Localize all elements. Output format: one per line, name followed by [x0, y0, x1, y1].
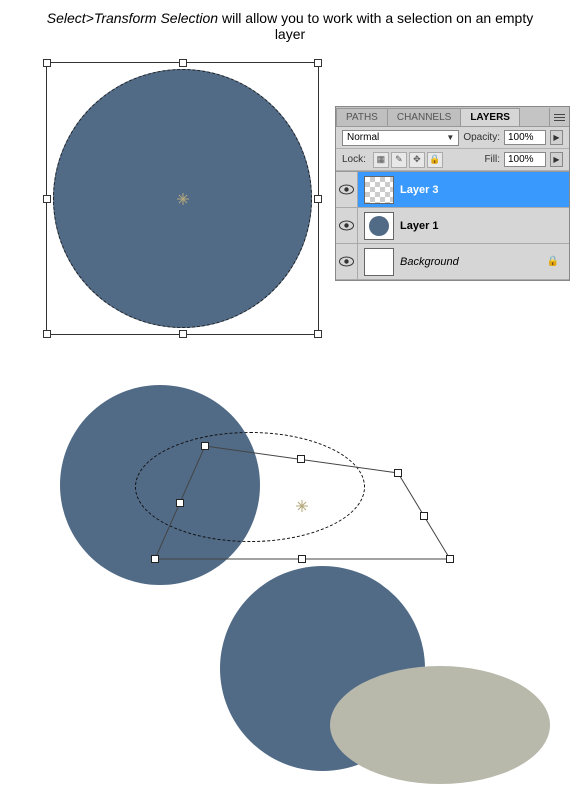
- layer-name[interactable]: Layer 1: [400, 220, 439, 232]
- panel-tabs: PATHS CHANNELS LAYERS: [336, 107, 569, 127]
- layer-row[interactable]: Layer 3: [336, 172, 569, 208]
- blend-row: Normal ▼ Opacity: 100% ▶: [336, 127, 569, 149]
- caption-text: Select>Transform Selection will allow yo…: [0, 0, 580, 48]
- lock-pixels-icon[interactable]: ✎: [391, 152, 407, 168]
- fill-input[interactable]: 100%: [504, 152, 546, 167]
- transform-handle[interactable]: [43, 59, 51, 67]
- visibility-toggle-icon[interactable]: [336, 244, 358, 279]
- transform-handle[interactable]: [43, 330, 51, 338]
- transform-handle[interactable]: [314, 195, 322, 203]
- transform-handle[interactable]: [298, 555, 306, 563]
- fill-slider-icon[interactable]: ▶: [550, 152, 563, 167]
- opacity-input[interactable]: 100%: [504, 130, 546, 145]
- layer-thumbnail[interactable]: [364, 212, 394, 240]
- lock-icons-group: ▦ ✎ ✥ 🔒: [373, 152, 443, 168]
- transform-handle[interactable]: [314, 330, 322, 338]
- lock-all-icon[interactable]: 🔒: [427, 152, 443, 168]
- canvas-upper: [40, 56, 325, 341]
- layer-thumbnail[interactable]: [364, 176, 394, 204]
- visibility-toggle-icon[interactable]: [336, 208, 358, 243]
- lock-label: Lock:: [342, 154, 366, 165]
- transform-handle[interactable]: [297, 455, 305, 463]
- blend-mode-select[interactable]: Normal ▼: [342, 130, 459, 146]
- figure-perspective-transform: [60, 380, 490, 580]
- blend-mode-value: Normal: [347, 132, 379, 143]
- transform-handle[interactable]: [446, 555, 454, 563]
- transform-perspective-box[interactable]: [150, 441, 450, 576]
- caption-emphasis: Select>Transform Selection: [47, 10, 218, 26]
- layer-row[interactable]: Layer 1: [336, 208, 569, 244]
- opacity-label: Opacity:: [463, 132, 500, 143]
- layer-thumbnail[interactable]: [364, 248, 394, 276]
- transform-handle[interactable]: [179, 59, 187, 67]
- transform-center-icon[interactable]: [176, 192, 190, 206]
- transform-handle[interactable]: [420, 512, 428, 520]
- dropdown-icon: ▼: [446, 133, 454, 142]
- layers-panel: PATHS CHANNELS LAYERS Normal ▼ Opacity: …: [335, 106, 570, 281]
- layer-row[interactable]: Background 🔒: [336, 244, 569, 280]
- tab-layers[interactable]: LAYERS: [460, 108, 520, 126]
- tab-paths[interactable]: PATHS: [336, 108, 388, 126]
- layers-list: Layer 3 Layer 1 Background 🔒: [336, 171, 569, 280]
- tab-channels[interactable]: CHANNELS: [387, 108, 461, 126]
- transform-handle[interactable]: [394, 469, 402, 477]
- visibility-toggle-icon[interactable]: [336, 172, 358, 207]
- caption-rest: will allow you to work with a selection …: [218, 10, 533, 42]
- transform-handle[interactable]: [151, 555, 159, 563]
- fill-label: Fill:: [484, 154, 500, 165]
- transform-handle[interactable]: [176, 499, 184, 507]
- transform-handle[interactable]: [314, 59, 322, 67]
- lock-row: Lock: ▦ ✎ ✥ 🔒 Fill: 100% ▶: [336, 149, 569, 171]
- opacity-slider-icon[interactable]: ▶: [550, 130, 563, 145]
- transform-handle[interactable]: [179, 330, 187, 338]
- lock-indicator-icon: 🔒: [547, 256, 559, 267]
- transform-handle[interactable]: [201, 442, 209, 450]
- transform-handle[interactable]: [43, 195, 51, 203]
- lock-position-icon[interactable]: ✥: [409, 152, 425, 168]
- transform-bounding-box[interactable]: [46, 62, 319, 335]
- layer-name[interactable]: Background: [400, 256, 459, 268]
- layer-name[interactable]: Layer 3: [400, 184, 439, 196]
- figure-result: [220, 566, 560, 796]
- lock-transparency-icon[interactable]: ▦: [373, 152, 389, 168]
- panel-menu-icon[interactable]: [549, 108, 569, 126]
- shape-ellipse-overlay: [330, 666, 550, 784]
